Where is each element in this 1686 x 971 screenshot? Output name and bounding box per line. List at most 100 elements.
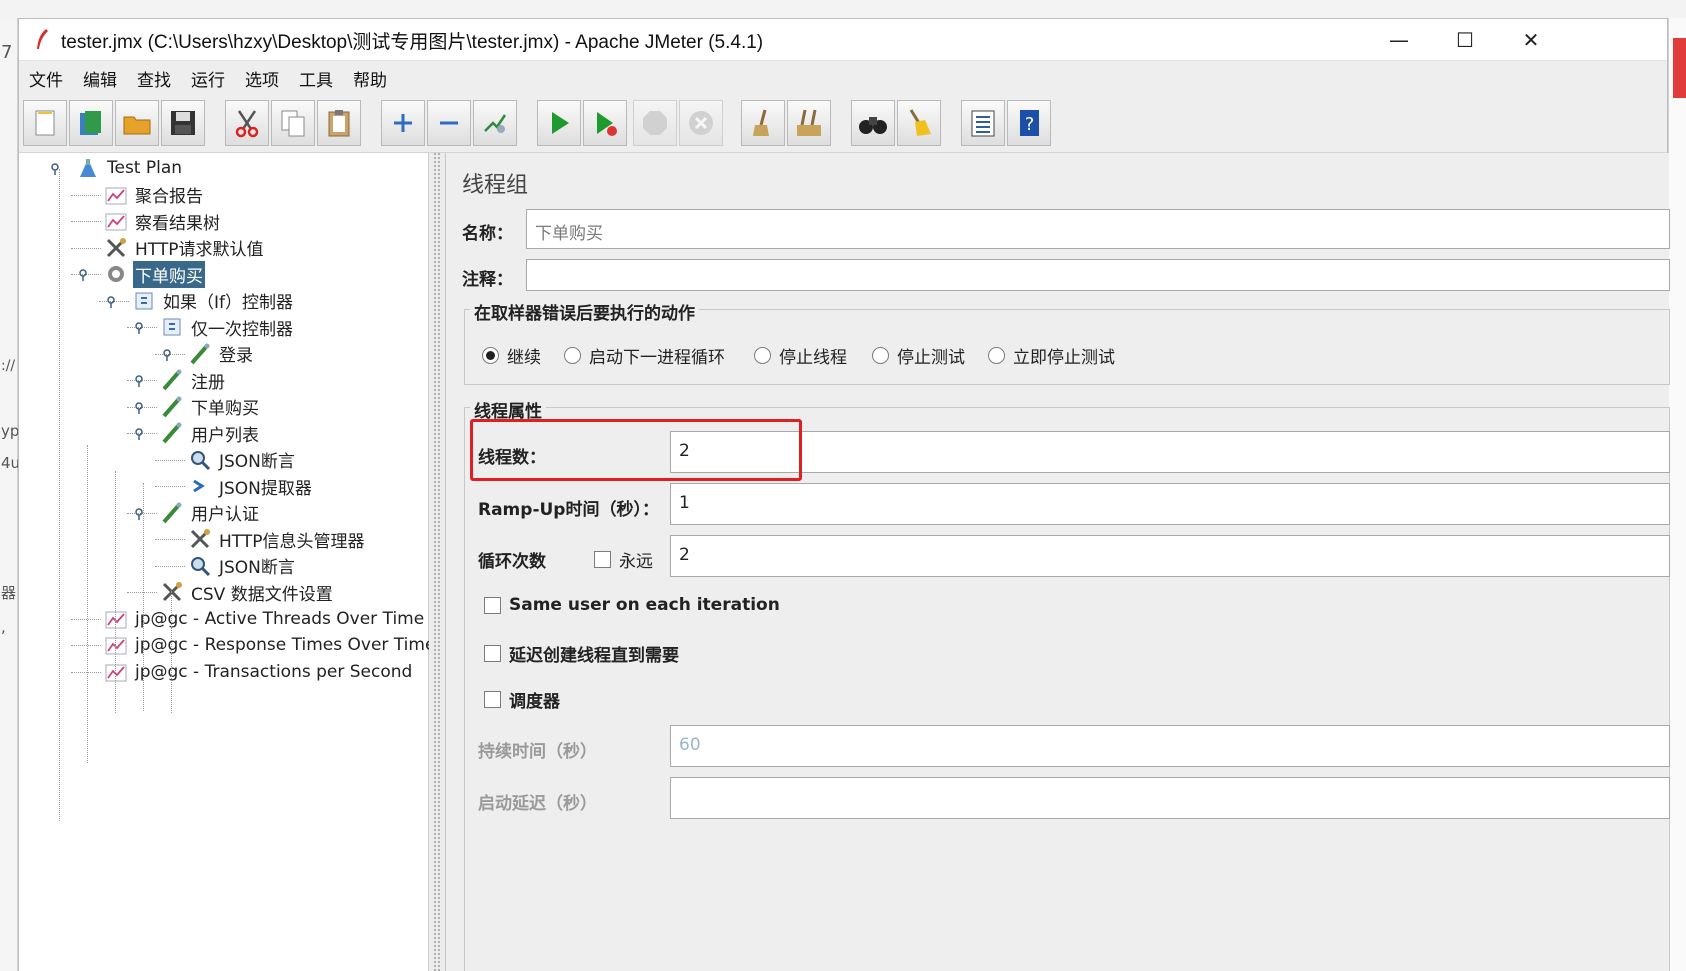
forever-checkbox[interactable]: 永远 xyxy=(594,547,653,572)
tree-node[interactable]: Test Plan xyxy=(75,155,184,181)
list-icon xyxy=(971,110,995,137)
start-button[interactable] xyxy=(537,100,581,146)
controller-icon xyxy=(159,315,185,339)
tree-node-label: 用户认证 xyxy=(191,505,259,525)
tree-expander-icon[interactable] xyxy=(135,427,147,440)
maximize-button[interactable]: ☐ xyxy=(1431,19,1499,61)
thread-group-panel: 线程组 名称： 下单购买 注释： 在取样器错误后要执行的动作 继续 启动下一进程… xyxy=(445,153,1670,971)
menu-tools[interactable]: 工具 xyxy=(299,64,333,93)
scheduler-checkbox[interactable]: 调度器 xyxy=(484,687,560,712)
tree-node-label: 下单购买 xyxy=(133,260,205,288)
stop-button[interactable] xyxy=(633,100,677,146)
window-title: tester.jmx (C:\Users\hzxy\Desktop\测试专用图片… xyxy=(61,32,764,53)
reset-search-button[interactable] xyxy=(897,100,941,146)
radio-continue[interactable]: 继续 xyxy=(482,343,541,368)
menu-options[interactable]: 选项 xyxy=(245,64,279,93)
tree-node[interactable]: 如果（If）控制器 xyxy=(131,288,295,314)
tree-node-label: HTTP请求默认值 xyxy=(135,240,264,260)
toggle-button[interactable] xyxy=(473,100,517,146)
search-button[interactable] xyxy=(851,100,895,146)
pane-splitter[interactable] xyxy=(429,153,445,971)
save-button[interactable] xyxy=(161,100,205,146)
sampler-icon xyxy=(159,395,185,419)
tree-node[interactable]: 注册 xyxy=(159,367,227,393)
new-button[interactable] xyxy=(23,100,67,146)
loop-count-field[interactable]: 2 xyxy=(670,535,1670,577)
tree-node[interactable]: JSON断言 xyxy=(187,553,297,579)
rampup-field[interactable]: 1 xyxy=(670,483,1670,525)
tree-node[interactable]: 登录 xyxy=(187,341,255,367)
tree-node[interactable]: jp@gc - Transactions per Second xyxy=(103,659,414,685)
tree-node-label: 仅一次控制器 xyxy=(191,319,293,340)
tree-expander-icon[interactable] xyxy=(107,295,119,308)
delay-thread-creation-checkbox[interactable]: 延迟创建线程直到需要 xyxy=(484,641,679,666)
close-button[interactable]: ✕ xyxy=(1497,19,1565,61)
tree-node[interactable]: HTTP请求默认值 xyxy=(103,235,266,261)
tree-expander-icon[interactable] xyxy=(135,401,147,414)
clear-button[interactable] xyxy=(741,100,785,146)
tree-node[interactable]: CSV 数据文件设置 xyxy=(159,579,335,605)
tree-node-label: jp@gc - Transactions per Second xyxy=(135,661,413,682)
listener-icon xyxy=(103,183,129,207)
tree-node[interactable]: JSON提取器 xyxy=(187,473,314,499)
radio-start-next-loop[interactable]: 启动下一进程循环 xyxy=(564,343,725,368)
clear-all-button[interactable] xyxy=(787,100,831,146)
radio-stop-test[interactable]: 停止测试 xyxy=(872,343,965,368)
config-icon xyxy=(159,580,185,604)
tree-node[interactable]: jp@gc - Active Threads Over Time xyxy=(103,606,426,632)
paste-button[interactable] xyxy=(317,100,361,146)
expand-all-button[interactable] xyxy=(381,100,425,146)
tree-node[interactable]: 用户列表 xyxy=(159,420,261,446)
menu-file[interactable]: 文件 xyxy=(29,64,63,93)
tree-guide xyxy=(171,591,172,713)
tree-node[interactable]: 察看结果树 xyxy=(103,208,222,234)
menu-search[interactable]: 查找 xyxy=(137,64,171,93)
tree-connector xyxy=(71,221,101,222)
startup-delay-field[interactable] xyxy=(670,777,1670,819)
minimize-button[interactable]: — xyxy=(1365,19,1433,61)
tree-node[interactable]: 用户认证 xyxy=(159,500,261,526)
tree-node[interactable]: 仅一次控制器 xyxy=(159,314,295,340)
tree-node-label: JSON提取器 xyxy=(219,478,312,499)
tree-expander-icon[interactable] xyxy=(51,162,63,175)
radio-stop-test-now[interactable]: 立即停止测试 xyxy=(988,343,1115,368)
copy-button[interactable] xyxy=(271,100,315,146)
tree-guide xyxy=(143,483,144,711)
same-user-checkbox[interactable]: Same user on each iteration xyxy=(484,595,780,615)
tree-node[interactable]: jp@gc - Response Times Over Time xyxy=(103,632,437,658)
comment-field[interactable] xyxy=(526,259,1670,291)
tree-expander-icon[interactable] xyxy=(79,268,91,281)
cut-button[interactable] xyxy=(225,100,269,146)
templates-button[interactable] xyxy=(69,100,113,146)
help-button[interactable]: ? xyxy=(1007,100,1051,146)
radio-stop-thread[interactable]: 停止线程 xyxy=(754,343,847,368)
tree-node[interactable]: HTTP信息头管理器 xyxy=(187,526,367,552)
shutdown-button[interactable] xyxy=(679,100,723,146)
threads-field[interactable]: 2 xyxy=(670,431,1670,473)
collapse-all-button[interactable] xyxy=(427,100,471,146)
tree-guide xyxy=(115,471,116,713)
start-no-pauses-button[interactable] xyxy=(583,100,627,146)
tree-expander-icon[interactable] xyxy=(135,507,147,520)
menu-edit[interactable]: 编辑 xyxy=(83,64,117,93)
name-field[interactable]: 下单购买 xyxy=(526,209,1670,249)
tree-expander-icon[interactable] xyxy=(163,348,175,361)
background-text: 器 xyxy=(1,584,17,602)
tree-node[interactable]: 下单购买 xyxy=(159,394,261,420)
clear-icon xyxy=(753,109,769,136)
function-helper-button[interactable] xyxy=(961,100,1005,146)
tree-expander-icon[interactable] xyxy=(135,321,147,334)
open-button[interactable] xyxy=(115,100,159,146)
tree-connector xyxy=(155,459,185,461)
tree-node[interactable]: JSON断言 xyxy=(187,447,297,473)
menu-bar: 文件 编辑 查找 运行 选项 工具 帮助 xyxy=(19,61,1667,95)
config-icon xyxy=(103,236,129,260)
tree-expander-icon[interactable] xyxy=(135,374,147,387)
test-plan-tree[interactable]: Test Plan 聚合报告 察看结果树 HTTP请求默认值 下单购买 如果（If）控制器… xyxy=(19,153,435,971)
tree-node[interactable]: 聚合报告 xyxy=(103,182,205,208)
menu-help[interactable]: 帮助 xyxy=(353,64,387,93)
duration-field[interactable]: 60 xyxy=(670,725,1670,767)
save-icon xyxy=(171,111,195,135)
menu-run[interactable]: 运行 xyxy=(191,64,225,93)
tree-node[interactable]: 下单购买 xyxy=(103,260,205,288)
